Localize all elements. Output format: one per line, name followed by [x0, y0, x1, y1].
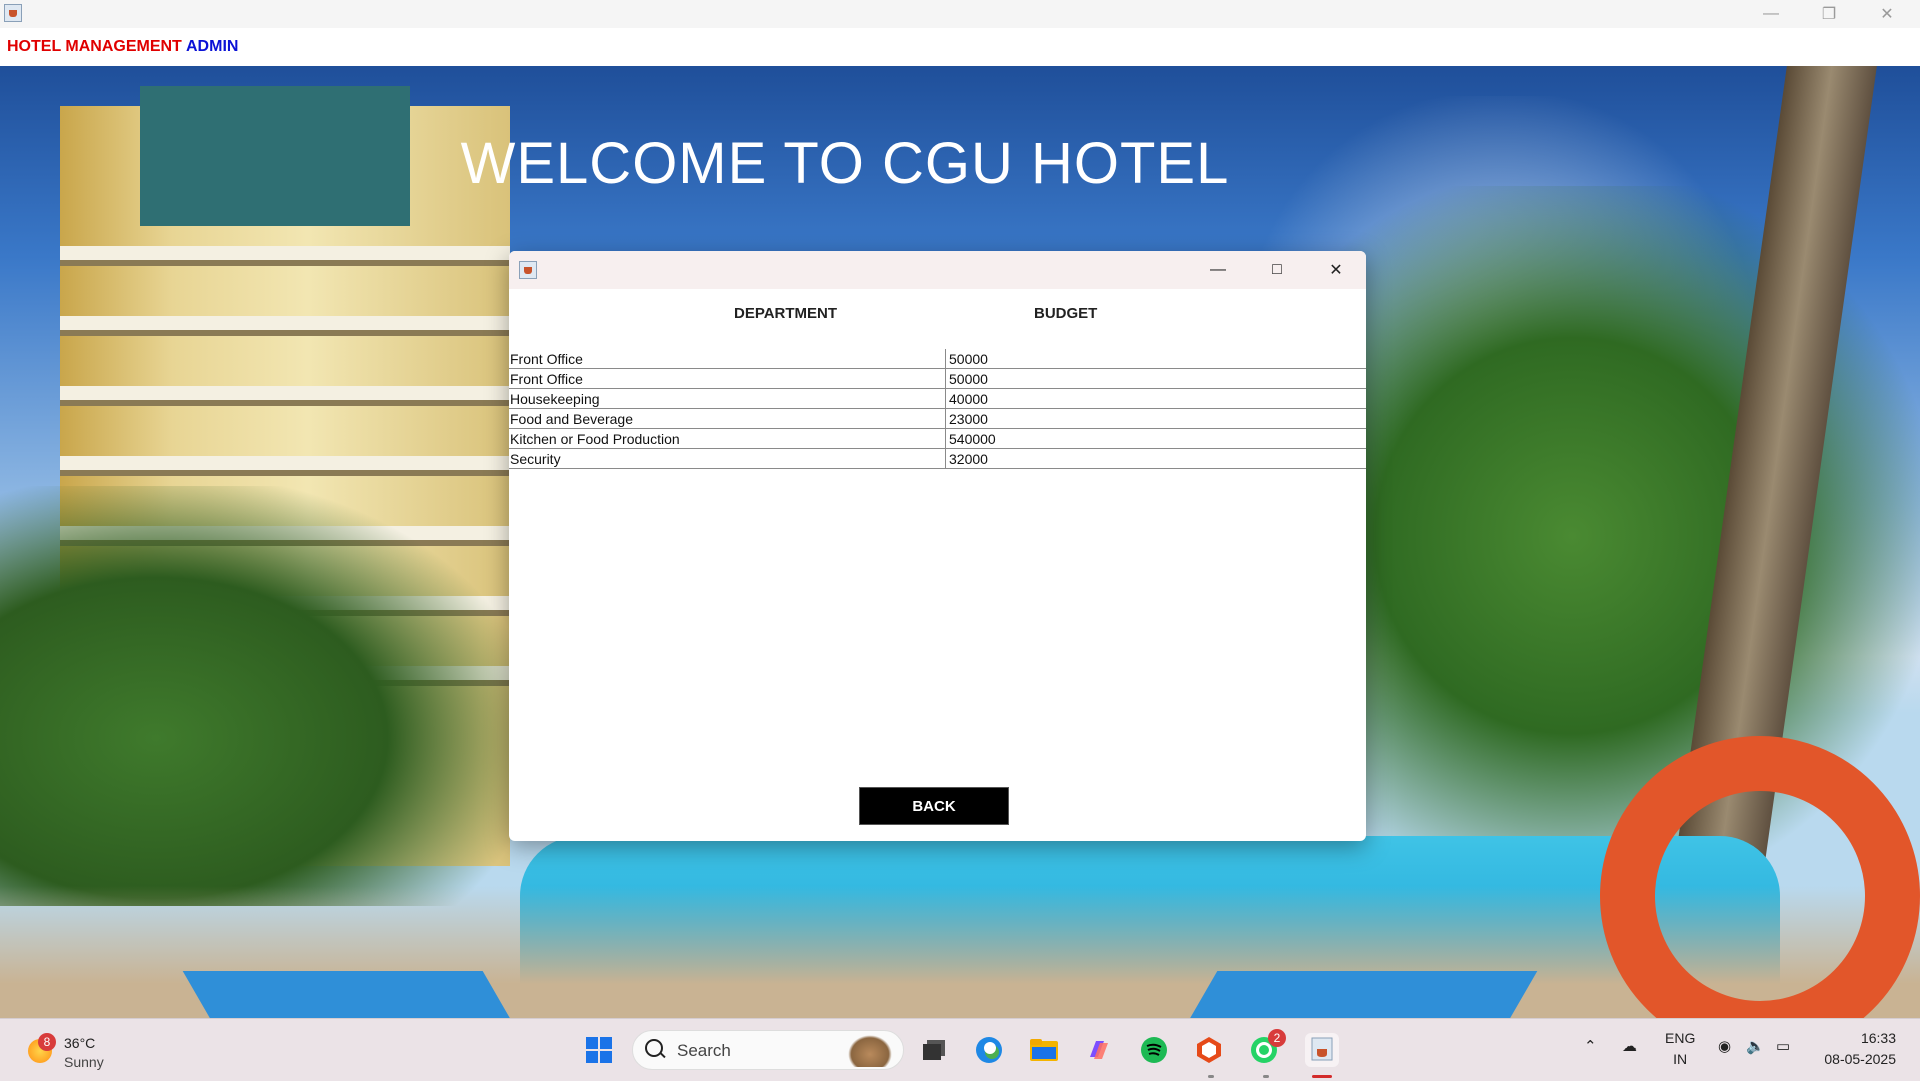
search-label: Search: [677, 1041, 731, 1060]
table-row[interactable]: Housekeeping 40000: [509, 389, 1366, 409]
language-indicator[interactable]: ENG IN: [1665, 1028, 1695, 1070]
taskbar: 8 36°C Sunny Search 2 ⌃ ☁ ENG IN ◉ 🔈 ▭ 1…: [0, 1018, 1920, 1081]
weather-condition: Sunny: [64, 1054, 104, 1070]
dialog-minimize-button[interactable]: —: [1189, 255, 1247, 285]
budget-cell[interactable]: 23000: [945, 409, 1366, 428]
wifi-icon[interactable]: ◉: [1718, 1037, 1731, 1055]
file-explorer-icon[interactable]: [1027, 1033, 1061, 1067]
menu-admin[interactable]: ADMIN: [186, 38, 238, 56]
clock[interactable]: 16:33 08-05-2025: [1824, 1028, 1896, 1070]
dialog-maximize-button[interactable]: □: [1248, 255, 1306, 285]
department-cell[interactable]: Food and Beverage: [509, 411, 945, 430]
budget-table: Front Office 50000 Front Office 50000 Ho…: [509, 349, 1366, 469]
dialog-title-bar: — □ ✕: [509, 251, 1366, 289]
department-cell[interactable]: Kitchen or Food Production: [509, 431, 945, 450]
dialog-close-button[interactable]: ✕: [1307, 255, 1365, 285]
table-row[interactable]: Kitchen or Food Production 540000: [509, 429, 1366, 449]
column-header-budget[interactable]: BUDGET: [1034, 305, 1097, 322]
table-row[interactable]: Security 32000: [509, 449, 1366, 469]
budget-cell[interactable]: 540000: [945, 429, 1366, 448]
budget-cell[interactable]: 50000: [945, 349, 1366, 368]
table-row[interactable]: Food and Beverage 23000: [509, 409, 1366, 429]
spotify-icon[interactable]: [1137, 1033, 1171, 1067]
search-box[interactable]: Search: [632, 1030, 904, 1070]
weather-widget[interactable]: 8 36°C Sunny: [22, 1027, 162, 1075]
menu-bar: HOTEL MANAGEMENT ADMIN: [0, 28, 1920, 67]
office-icon[interactable]: [1192, 1033, 1226, 1067]
running-indicator: [1263, 1075, 1269, 1078]
budget-dialog: — □ ✕ DEPARTMENT BUDGET Front Office 500…: [509, 251, 1366, 841]
copilot-icon[interactable]: [1082, 1033, 1116, 1067]
department-cell[interactable]: Housekeeping: [509, 391, 945, 410]
clock-time: 16:33: [1860, 1030, 1896, 1046]
window-minimize-button[interactable]: —: [1742, 0, 1800, 28]
whatsapp-badge: 2: [1268, 1029, 1286, 1047]
language-code: ENG: [1665, 1030, 1696, 1046]
java-app-icon[interactable]: [1305, 1033, 1339, 1067]
table-row[interactable]: Front Office 50000: [509, 369, 1366, 389]
weather-temperature: 36°C: [64, 1035, 96, 1051]
chevron-up-icon[interactable]: ⌃: [1584, 1037, 1597, 1055]
edge-icon[interactable]: [972, 1033, 1006, 1067]
menu-hotel-management[interactable]: HOTEL MANAGEMENT: [7, 38, 182, 56]
table-row[interactable]: Front Office 50000: [509, 349, 1366, 369]
back-button[interactable]: BACK: [859, 787, 1009, 825]
java-app-icon: [519, 261, 537, 279]
running-indicator: [1208, 1075, 1214, 1078]
volume-icon[interactable]: 🔈: [1746, 1037, 1765, 1055]
department-cell[interactable]: Front Office: [509, 371, 945, 390]
task-view-icon[interactable]: [917, 1033, 951, 1067]
budget-cell[interactable]: 32000: [945, 449, 1366, 468]
weather-badge: 8: [38, 1033, 56, 1051]
column-header-department[interactable]: DEPARTMENT: [734, 305, 837, 322]
welcome-heading: WELCOME TO CGU HOTEL: [460, 131, 1230, 196]
department-cell[interactable]: Security: [509, 451, 945, 470]
search-icon: [645, 1039, 663, 1057]
clock-date: 08-05-2025: [1824, 1051, 1896, 1067]
battery-icon[interactable]: ▭: [1776, 1037, 1790, 1055]
main-title-bar: — ❐ ✕: [0, 0, 1920, 28]
window-close-button[interactable]: ✕: [1858, 0, 1916, 28]
onedrive-cloud-icon[interactable]: ☁: [1622, 1037, 1637, 1055]
active-app-indicator: [1312, 1075, 1332, 1078]
budget-cell[interactable]: 40000: [945, 389, 1366, 408]
window-restore-button[interactable]: ❐: [1800, 0, 1858, 28]
start-icon[interactable]: [582, 1033, 616, 1067]
java-app-icon: [4, 4, 22, 22]
department-cell[interactable]: Front Office: [509, 351, 945, 370]
language-region: IN: [1673, 1051, 1688, 1067]
search-highlight-image-icon: [848, 1035, 892, 1067]
budget-cell[interactable]: 50000: [945, 369, 1366, 388]
